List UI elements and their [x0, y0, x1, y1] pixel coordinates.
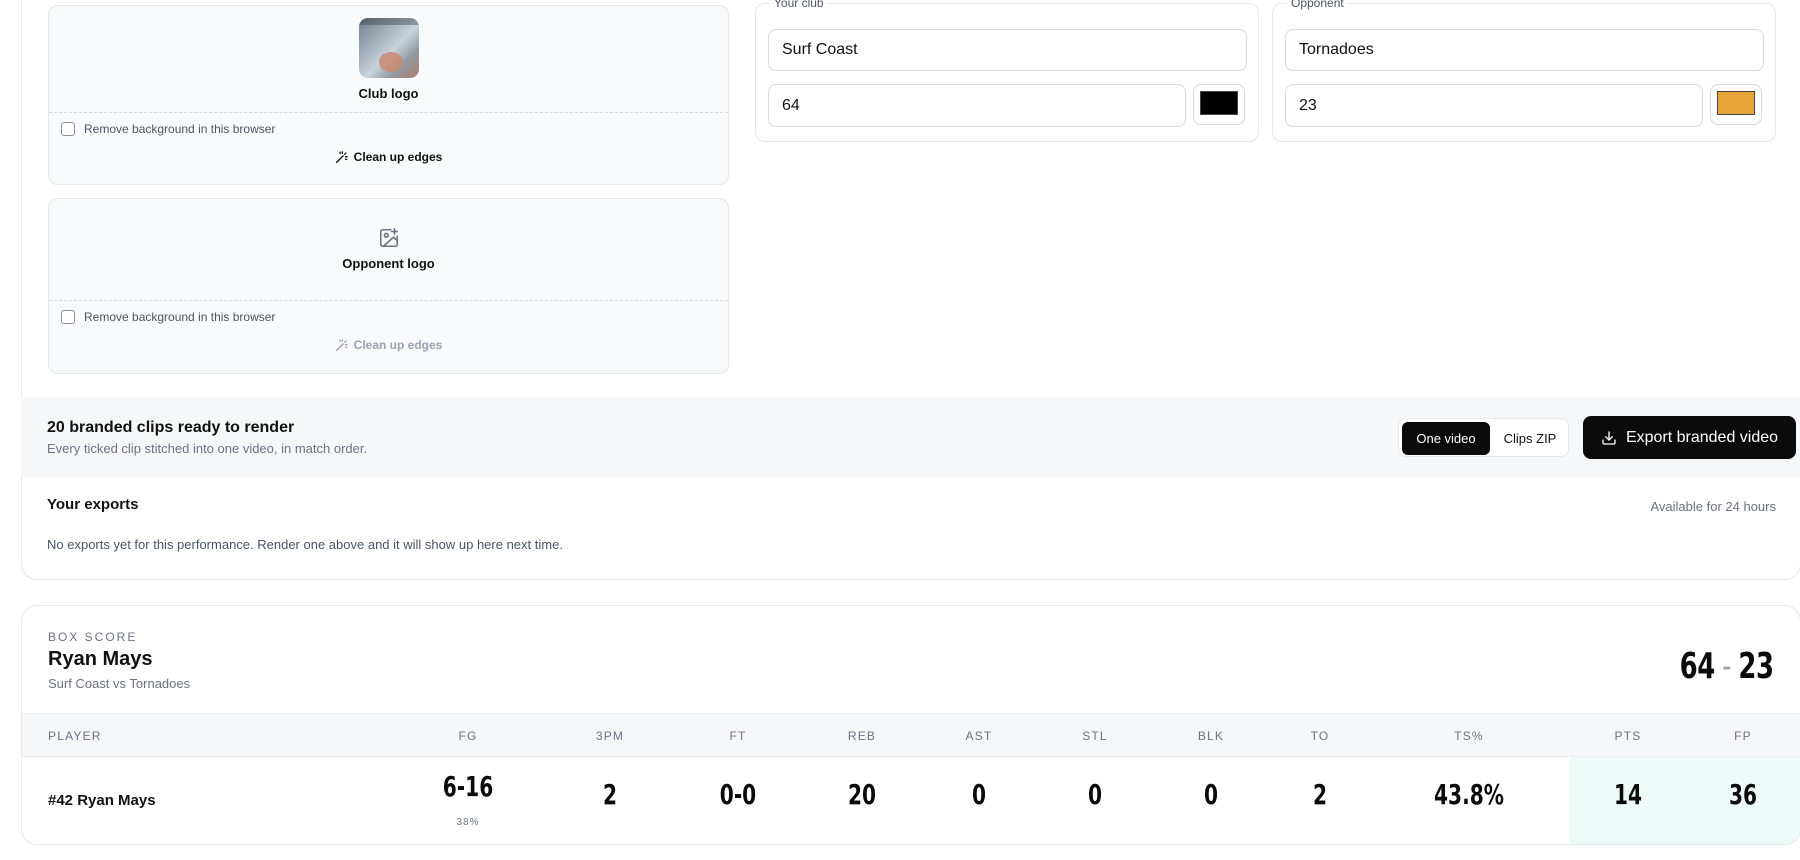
away-score: 23	[1738, 646, 1775, 687]
mode-one-video-button[interactable]: One video	[1402, 422, 1490, 455]
col-ts-pct: TS%	[1454, 729, 1484, 743]
magic-wand-icon	[335, 150, 348, 163]
exports-title: Your exports	[47, 496, 139, 513]
opponent-logo-uploader: Opponent logo Remove background in this …	[48, 198, 729, 374]
opponent-logo-dropzone[interactable]: Opponent logo	[49, 199, 728, 301]
render-subtitle: Every ticked clip stitched into one vide…	[47, 441, 368, 456]
col-player: PLAYER	[48, 729, 102, 743]
club-logo-label: Club logo	[358, 86, 419, 101]
box-score-card: BOX SCORE Ryan Mays Surf Coast vs Tornad…	[21, 605, 1800, 845]
opponent-color-swatch	[1717, 91, 1755, 115]
opponent-remove-bg-row: Remove background in this browser	[61, 310, 275, 324]
box-score-matchup: Surf Coast vs Tornadoes	[48, 676, 191, 691]
cell-3pm: 2	[602, 778, 618, 811]
cell-fg: 6-16	[442, 770, 494, 803]
export-branded-video-button[interactable]: Export branded video	[1583, 416, 1796, 459]
cell-fp: 36	[1728, 778, 1758, 811]
col-3pm: 3PM	[595, 729, 625, 743]
cell-stl: 0	[1087, 778, 1103, 811]
score-separator: -	[1722, 646, 1732, 687]
opponent-legend: Opponent	[1287, 0, 1348, 10]
cell-ast: 0	[971, 778, 987, 811]
col-reb: REB	[847, 729, 877, 743]
club-logo-dropzone[interactable]: Club logo	[49, 6, 728, 113]
club-remove-bg-label[interactable]: Remove background in this browser	[84, 122, 275, 136]
cell-pts: 14	[1613, 778, 1643, 811]
club-name-input[interactable]: Surf Coast	[768, 29, 1247, 71]
your-club-legend: Your club	[770, 0, 828, 10]
render-title: 20 branded clips ready to render	[47, 419, 295, 436]
render-bar: 20 branded clips ready to render Every t…	[21, 398, 1800, 477]
club-logo-thumbnail[interactable]	[359, 18, 419, 78]
club-color-picker[interactable]	[1193, 84, 1245, 125]
cell-reb: 20	[847, 778, 877, 811]
opponent-remove-bg-checkbox[interactable]	[61, 310, 75, 324]
highlight-columns	[1570, 757, 1800, 844]
box-score-final-score: 64-23	[1680, 646, 1774, 687]
club-score-input[interactable]: 64	[768, 84, 1186, 127]
club-clean-up-edges-button[interactable]: Clean up edges	[49, 150, 728, 164]
cell-to: 2	[1312, 778, 1328, 811]
cell-ft: 0-0	[719, 778, 757, 811]
box-score-header: PLAYER FG 3PM FT REB AST STL BLK TO TS% …	[22, 713, 1800, 757]
club-logo-uploader: Club logo Remove background in this brow…	[48, 5, 729, 185]
exports-availability: Available for 24 hours	[1650, 499, 1776, 514]
opponent-card: Opponent Tornadoes 23	[1272, 0, 1776, 142]
club-remove-bg-checkbox[interactable]	[61, 122, 75, 136]
opponent-remove-bg-label[interactable]: Remove background in this browser	[84, 310, 275, 324]
box-score-eyebrow: BOX SCORE	[48, 630, 138, 644]
opponent-score-input[interactable]: 23	[1285, 84, 1703, 127]
club-remove-bg-row: Remove background in this browser	[61, 122, 275, 136]
col-blk: BLK	[1197, 729, 1225, 743]
exports-empty-message: No exports yet for this performance. Ren…	[47, 537, 563, 552]
export-mode-toggle: One video Clips ZIP	[1398, 418, 1569, 457]
col-fg: FG	[458, 729, 478, 743]
opponent-logo-label: Opponent logo	[342, 256, 435, 271]
col-ft: FT	[729, 729, 747, 743]
cell-ts-pct: 43.8%	[1434, 778, 1504, 811]
export-branded-video-label: Export branded video	[1625, 428, 1779, 446]
home-score: 64	[1679, 646, 1716, 687]
cell-blk: 0	[1203, 778, 1219, 811]
opponent-name-input[interactable]: Tornadoes	[1285, 29, 1764, 71]
col-fp: FP	[1734, 729, 1752, 743]
branding-card: Club logo Remove background in this brow…	[21, 0, 1800, 580]
download-icon	[1602, 430, 1616, 445]
box-score-player-name: Ryan Mays	[48, 648, 153, 670]
col-to: TO	[1310, 729, 1330, 743]
opponent-color-picker[interactable]	[1710, 84, 1762, 125]
image-add-icon	[379, 228, 399, 248]
cell-fg-pct: 38%	[456, 817, 480, 828]
opponent-clean-up-edges-button[interactable]: Clean up edges	[49, 338, 728, 352]
opponent-clean-up-edges-label: Clean up edges	[353, 338, 443, 352]
col-pts: PTS	[1614, 729, 1642, 743]
col-ast: AST	[965, 729, 993, 743]
col-stl: STL	[1082, 729, 1108, 743]
magic-wand-icon	[335, 338, 348, 351]
row-player: #42 Ryan Mays	[48, 792, 156, 809]
your-club-card: Your club Surf Coast 64	[755, 0, 1259, 142]
club-color-swatch	[1200, 91, 1238, 115]
club-clean-up-edges-label: Clean up edges	[353, 150, 443, 164]
mode-clips-zip-button[interactable]: Clips ZIP	[1493, 422, 1567, 455]
